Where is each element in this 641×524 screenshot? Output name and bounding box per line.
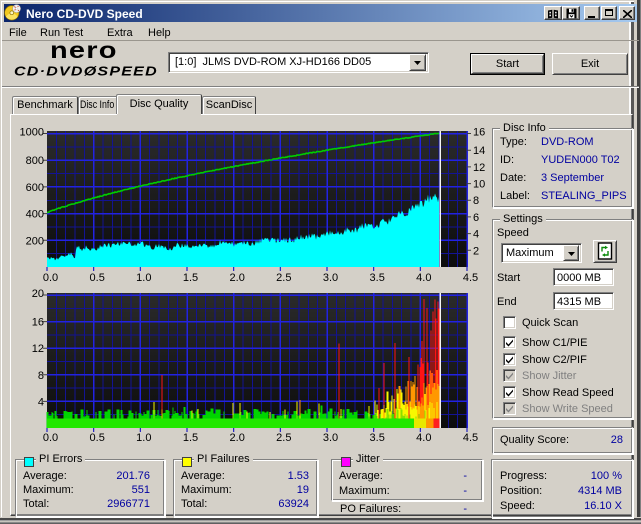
svg-text:2: 2 [473, 245, 479, 257]
svg-text:2.0: 2.0 [230, 272, 245, 284]
svg-text:3.5: 3.5 [370, 432, 385, 444]
svg-text:0.5: 0.5 [90, 272, 105, 284]
svg-text:3.0: 3.0 [323, 272, 338, 284]
svg-text:1.5: 1.5 [183, 432, 198, 444]
svg-text:1.0: 1.0 [136, 272, 151, 284]
svg-text:400: 400 [26, 209, 44, 221]
svg-text:20: 20 [32, 288, 44, 300]
svg-text:12: 12 [473, 162, 485, 174]
svg-text:600: 600 [26, 182, 44, 194]
svg-text:6: 6 [473, 212, 479, 224]
svg-text:0.0: 0.0 [43, 272, 58, 284]
svg-text:3.5: 3.5 [370, 272, 385, 284]
svg-text:1.5: 1.5 [183, 272, 198, 284]
svg-text:14: 14 [473, 145, 485, 157]
svg-text:0.5: 0.5 [90, 432, 105, 444]
svg-text:4.0: 4.0 [416, 432, 431, 444]
svg-text:4: 4 [38, 396, 44, 408]
svg-text:2.0: 2.0 [230, 432, 245, 444]
svg-text:1000: 1000 [20, 127, 44, 139]
svg-text:8: 8 [38, 370, 44, 382]
svg-text:8: 8 [473, 195, 479, 207]
svg-text:200: 200 [26, 235, 44, 247]
svg-text:12: 12 [32, 343, 44, 355]
svg-text:4.0: 4.0 [416, 272, 431, 284]
svg-text:3.0: 3.0 [323, 432, 338, 444]
svg-text:4: 4 [473, 229, 479, 241]
svg-text:2.5: 2.5 [276, 272, 291, 284]
svg-text:4.5: 4.5 [463, 272, 478, 284]
svg-text:2.5: 2.5 [276, 432, 291, 444]
svg-text:16: 16 [32, 317, 44, 329]
svg-text:1.0: 1.0 [136, 432, 151, 444]
svg-text:16: 16 [473, 127, 485, 139]
svg-text:10: 10 [473, 179, 485, 191]
svg-text:800: 800 [26, 155, 44, 167]
svg-text:0.0: 0.0 [43, 432, 58, 444]
svg-text:4.5: 4.5 [463, 432, 478, 444]
